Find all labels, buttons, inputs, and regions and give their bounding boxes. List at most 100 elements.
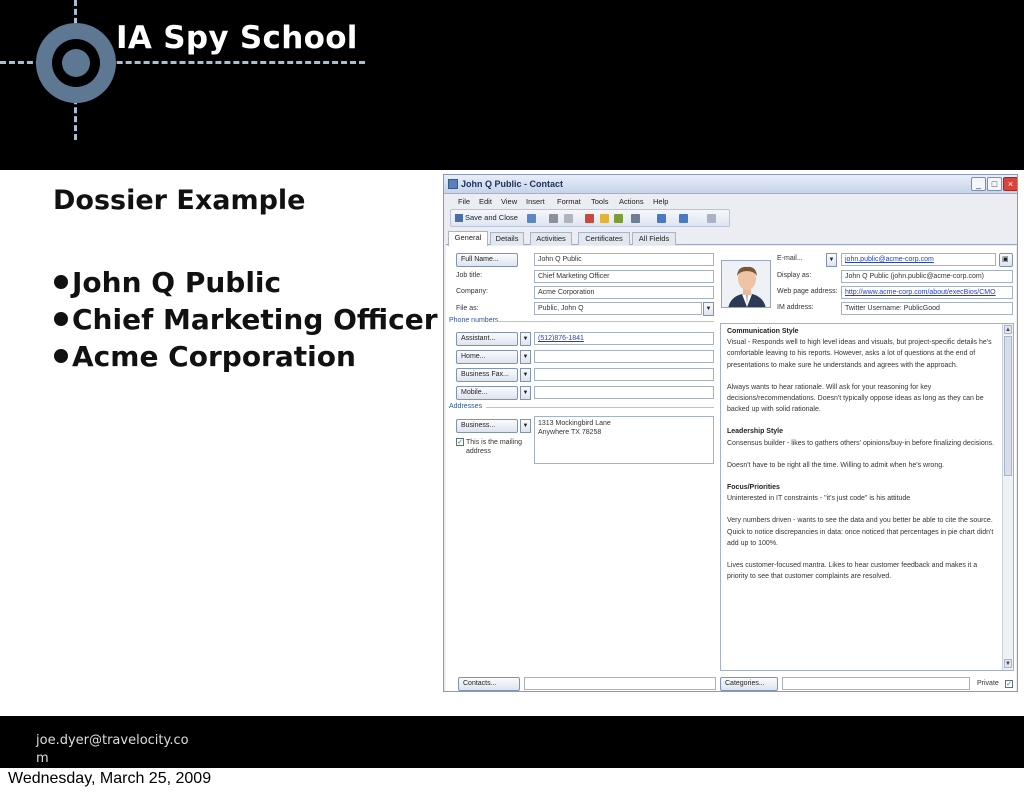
categories-field[interactable]	[782, 677, 970, 690]
menu-help[interactable]: Help	[653, 197, 668, 206]
contacts-button[interactable]: Contacts...	[458, 677, 520, 691]
close-button[interactable]: ×	[1003, 177, 1017, 191]
options-icon[interactable]	[631, 214, 640, 223]
im-address-label: IM address:	[777, 304, 814, 311]
contact-card-icon	[448, 179, 458, 189]
im-address-field[interactable]: Twitter Username: PublicGood	[841, 302, 1013, 315]
file-as-dropdown[interactable]: ▼	[703, 302, 714, 316]
tab-details[interactable]: Details	[490, 232, 524, 245]
notes-content: Communication Style Visual - Responds we…	[727, 328, 995, 581]
bullet-icon	[54, 312, 68, 326]
company-field[interactable]: Acme Corporation	[534, 286, 714, 299]
assistant-phone-field[interactable]: (512)876-1841	[534, 332, 714, 345]
scroll-up-icon[interactable]: ▲	[1004, 325, 1012, 334]
home-phone-field[interactable]	[534, 350, 714, 363]
email-label: E-mail...	[777, 255, 803, 262]
contact-window: John Q Public - Contact _ □ × File Edit …	[443, 174, 1018, 692]
menu-tools[interactable]: Tools	[591, 197, 609, 206]
slide-heading: Dossier Example	[53, 185, 306, 216]
toolbar: Save and Close	[450, 209, 730, 227]
window-titlebar[interactable]: John Q Public - Contact _ □ ×	[444, 175, 1017, 194]
general-tab-panel: Full Name... John Q Public Job title: Ch…	[446, 246, 1016, 691]
delete-icon[interactable]	[564, 214, 573, 223]
email-dropdown[interactable]: ▼	[826, 253, 837, 267]
flag-icon[interactable]	[585, 214, 594, 223]
private-label: Private	[977, 680, 999, 687]
scroll-down-icon[interactable]: ▼	[1004, 659, 1012, 668]
address-book-button[interactable]: ▣	[999, 253, 1013, 267]
job-title-field[interactable]: Chief Marketing Officer	[534, 270, 714, 283]
slide-header: IA Spy School	[0, 0, 1024, 170]
section-divider	[486, 407, 714, 408]
phone-numbers-heading: Phone numbers	[449, 317, 499, 324]
display-as-field[interactable]: John Q Public (john.public@acme-corp.com…	[841, 270, 1013, 283]
business-address-button[interactable]: Business...	[456, 419, 518, 433]
addresses-heading: Addresses	[449, 403, 483, 410]
full-name-button[interactable]: Full Name...	[456, 253, 518, 267]
notes-scrollbar[interactable]: ▲ ▼	[1002, 324, 1013, 670]
footer-email: joe.dyer@travelocity.com	[36, 733, 189, 766]
web-page-label: Web page address:	[777, 288, 838, 295]
help-search-icon[interactable]	[707, 214, 716, 223]
business-fax-button[interactable]: Business Fax...	[456, 368, 518, 382]
bullet-icon	[54, 275, 68, 289]
full-name-field[interactable]: John Q Public	[534, 253, 714, 266]
business-fax-dropdown[interactable]: ▼	[520, 368, 531, 382]
menu-bar: File Edit View Insert Format Tools Actio…	[444, 194, 1017, 208]
scope-target-icon	[36, 23, 116, 103]
menu-edit[interactable]: Edit	[479, 197, 492, 206]
save-icon[interactable]	[527, 214, 536, 223]
bullet-item: Chief Marketing Officer	[54, 301, 438, 338]
scroll-thumb[interactable]	[1004, 336, 1012, 476]
private-checkbox[interactable]: ✓	[1005, 680, 1013, 688]
assistant-phone-dropdown[interactable]: ▼	[520, 332, 531, 346]
mailing-address-checkbox[interactable]: ✓	[456, 438, 464, 446]
categories-button[interactable]: Categories...	[720, 677, 778, 691]
business-address-dropdown[interactable]: ▼	[520, 419, 531, 433]
menu-actions[interactable]: Actions	[619, 197, 644, 206]
mailing-address-label: This is the mailing address	[466, 439, 523, 455]
contact-photo[interactable]	[721, 260, 771, 308]
slide-footer: joe.dyer@travelocity.com	[0, 716, 1024, 768]
company-label: Company:	[456, 288, 488, 295]
section-divider	[496, 321, 714, 322]
tab-general[interactable]: General	[448, 231, 488, 246]
menu-file[interactable]: File	[458, 197, 470, 206]
save-and-close-button[interactable]: Save and Close	[455, 213, 518, 223]
web-page-field[interactable]: http://www.acme-corp.com/about/execBios/…	[841, 286, 1013, 299]
follow-up-icon[interactable]	[600, 214, 609, 223]
maximize-button[interactable]: □	[987, 177, 1002, 191]
contacts-field[interactable]	[524, 677, 716, 690]
business-fax-field[interactable]	[534, 368, 714, 381]
menu-insert[interactable]: Insert	[526, 197, 545, 206]
tab-activities[interactable]: Activities	[530, 232, 572, 245]
home-phone-dropdown[interactable]: ▼	[520, 350, 531, 364]
file-as-field[interactable]: Public, John Q	[534, 302, 702, 315]
minimize-button[interactable]: _	[971, 177, 986, 191]
mobile-phone-button[interactable]: Mobile...	[456, 386, 518, 400]
window-title: John Q Public - Contact	[461, 179, 564, 189]
home-phone-button[interactable]: Home...	[456, 350, 518, 364]
mobile-phone-dropdown[interactable]: ▼	[520, 386, 531, 400]
date-stamp: Wednesday, March 25, 2009	[8, 770, 212, 787]
save-icon	[455, 214, 463, 223]
print-icon[interactable]	[549, 214, 558, 223]
business-address-field[interactable]: 1313 Mockingbird Lane Anywhere TX 78258	[534, 416, 714, 464]
tab-all-fields[interactable]: All Fields	[632, 232, 676, 245]
menu-format[interactable]: Format	[557, 197, 581, 206]
menu-view[interactable]: View	[501, 197, 517, 206]
previous-item-icon[interactable]	[657, 214, 666, 223]
email-field[interactable]: john.public@acme-corp.com	[841, 253, 996, 266]
bullet-icon	[54, 349, 68, 363]
tab-certificates[interactable]: Certificates	[578, 232, 630, 245]
file-as-label: File as:	[456, 305, 479, 312]
bullet-item: John Q Public	[54, 264, 438, 301]
bullet-list: John Q Public Chief Marketing Officer Ac…	[54, 264, 438, 375]
assistant-phone-button[interactable]: Assistant...	[456, 332, 518, 346]
tab-strip: General Details Activities Certificates …	[446, 231, 1017, 246]
notes-textarea[interactable]: Communication Style Visual - Responds we…	[720, 323, 1014, 671]
address-card-icon[interactable]	[614, 214, 623, 223]
mobile-phone-field[interactable]	[534, 386, 714, 399]
next-item-icon[interactable]	[679, 214, 688, 223]
display-as-label: Display as:	[777, 272, 812, 279]
